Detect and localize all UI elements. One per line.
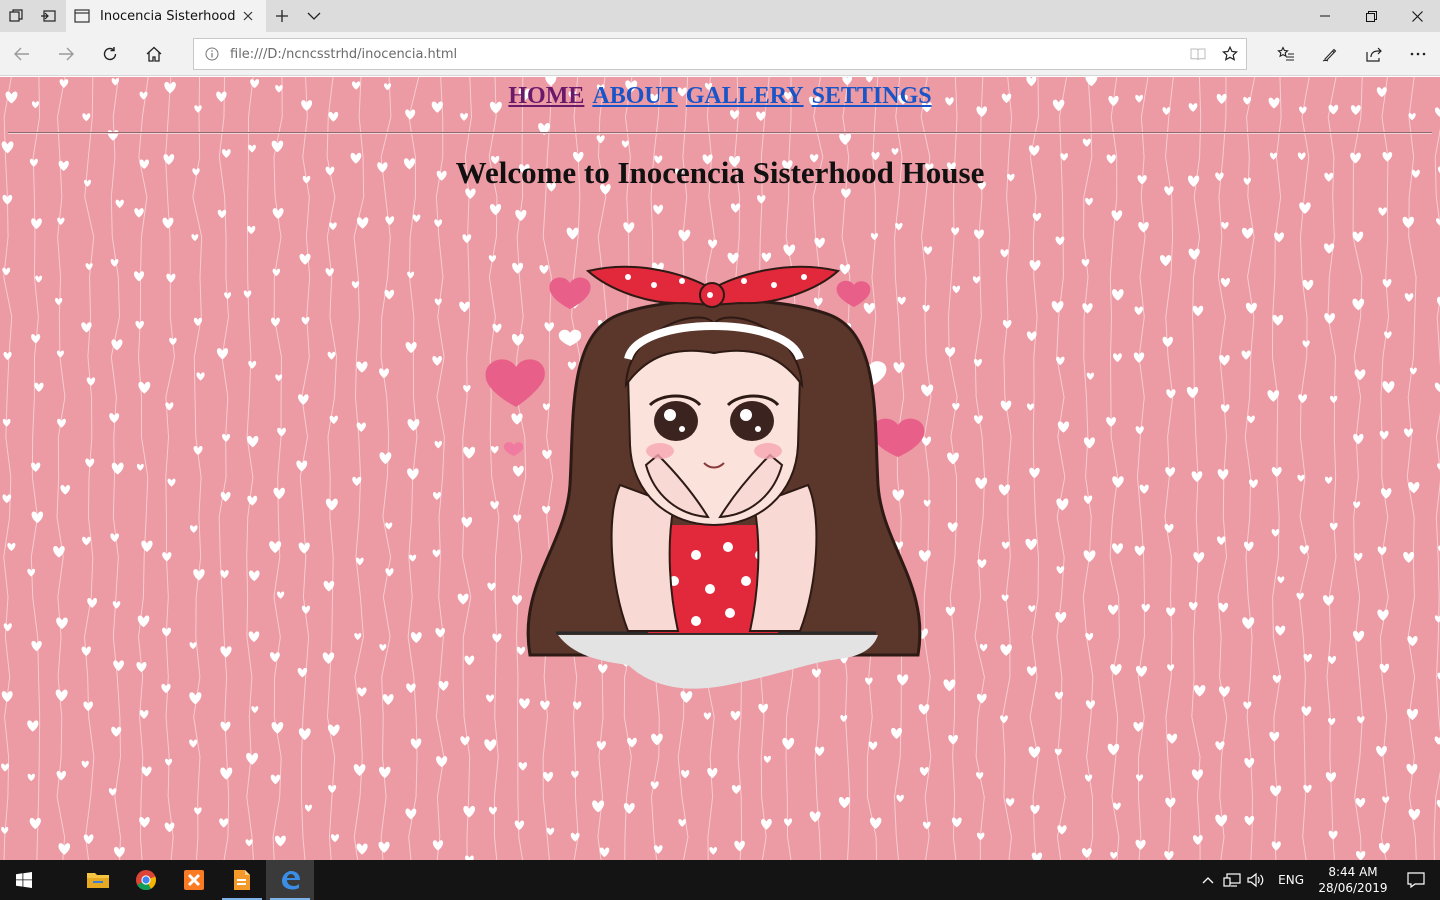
info-icon[interactable] bbox=[194, 39, 230, 69]
input-language[interactable]: ENG bbox=[1268, 873, 1314, 887]
address-text: file:///D:/ncncsstrhd/inocencia.html bbox=[230, 46, 458, 62]
close-tab-icon[interactable] bbox=[238, 6, 258, 26]
address-bar[interactable]: file:///D:/ncncsstrhd/inocencia.html bbox=[193, 38, 1247, 70]
show-hidden-icons-chevron-icon[interactable] bbox=[1196, 860, 1220, 900]
clock-date: 28/06/2019 bbox=[1318, 881, 1388, 895]
clock[interactable]: 8:44 AM 28/06/2019 bbox=[1314, 864, 1392, 896]
pen-notes-icon[interactable] bbox=[1308, 32, 1352, 76]
site-nav: HOME ABOUT GALLERY SETTINGS bbox=[0, 83, 1440, 110]
nav-link-home[interactable]: HOME bbox=[508, 83, 584, 109]
web-page: HOME ABOUT GALLERY SETTINGS Welcome to I… bbox=[0, 77, 1440, 860]
close-window-icon[interactable] bbox=[1394, 0, 1440, 32]
set-aside-tabs-icon[interactable] bbox=[32, 0, 64, 32]
document-app-icon[interactable] bbox=[218, 860, 266, 900]
edge-browser-icon[interactable] bbox=[266, 860, 314, 900]
nav-link-gallery[interactable]: GALLERY bbox=[686, 83, 804, 109]
home-icon[interactable] bbox=[132, 32, 176, 76]
girl-illustration bbox=[485, 265, 925, 689]
page-heading: Welcome to Inocencia Sisterhood House bbox=[455, 155, 985, 190]
favorites-hub-icon[interactable] bbox=[1264, 32, 1308, 76]
windows-taskbar: ENG 8:44 AM 28/06/2019 bbox=[0, 860, 1440, 900]
nav-link-about[interactable]: ABOUT bbox=[592, 83, 677, 109]
favorite-star-icon[interactable] bbox=[1214, 39, 1246, 69]
chrome-icon[interactable] bbox=[122, 860, 170, 900]
volume-icon[interactable] bbox=[1244, 860, 1268, 900]
navigation-bar: file:///D:/ncncsstrhd/inocencia.html bbox=[0, 32, 1440, 76]
reading-view-icon[interactable] bbox=[1182, 39, 1214, 69]
new-tab-icon[interactable] bbox=[266, 0, 298, 32]
action-center-icon[interactable] bbox=[1392, 860, 1440, 900]
network-icon[interactable] bbox=[1220, 860, 1244, 900]
clock-time: 8:44 AM bbox=[1328, 865, 1378, 879]
xampp-icon[interactable] bbox=[170, 860, 218, 900]
tab-title: Inocencia Sisterhood bbox=[100, 8, 236, 24]
forward-icon[interactable] bbox=[44, 32, 88, 76]
restore-icon[interactable] bbox=[1348, 0, 1394, 32]
back-icon[interactable] bbox=[0, 32, 44, 76]
browser-tab[interactable]: Inocencia Sisterhood bbox=[66, 0, 266, 32]
start-windows-icon[interactable] bbox=[0, 860, 48, 900]
tab-sets-icon[interactable] bbox=[0, 0, 32, 32]
nav-link-settings[interactable]: SETTINGS bbox=[812, 83, 932, 109]
share-icon[interactable] bbox=[1352, 32, 1396, 76]
horizontal-rule bbox=[8, 132, 1432, 134]
page-icon bbox=[74, 8, 90, 24]
more-menu-icon[interactable] bbox=[1396, 32, 1440, 76]
minimize-icon[interactable] bbox=[1302, 0, 1348, 32]
refresh-icon[interactable] bbox=[88, 32, 132, 76]
tab-preview-chevron-icon[interactable] bbox=[298, 0, 330, 32]
title-bar: Inocencia Sisterhood bbox=[0, 0, 1440, 32]
file-explorer-icon[interactable] bbox=[74, 860, 122, 900]
